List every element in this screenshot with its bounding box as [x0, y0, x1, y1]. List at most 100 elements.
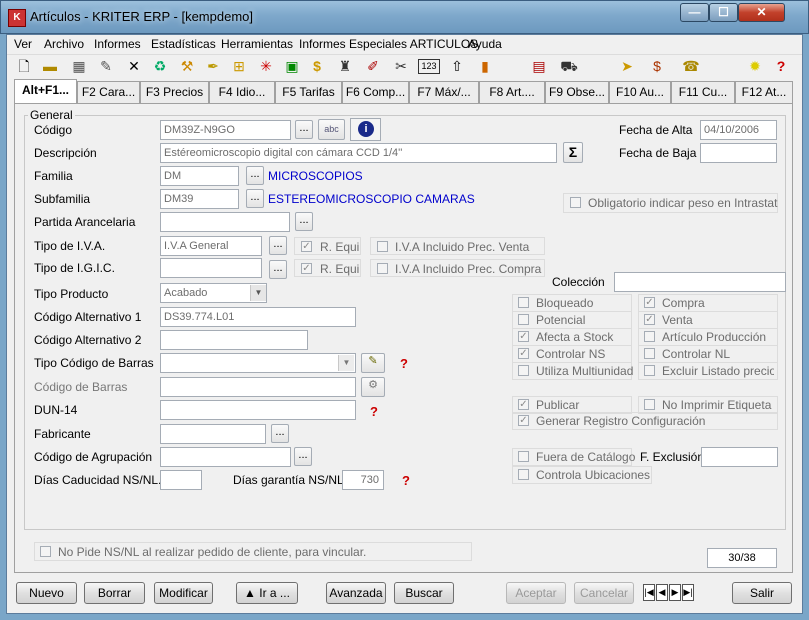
utiliza-multiunidad-checkbox[interactable] [518, 365, 529, 376]
new-doc-icon[interactable]: 🗋 [15, 57, 33, 75]
intrastat-checkbox[interactable] [570, 197, 581, 208]
f-exclusion-field[interactable] [701, 447, 778, 467]
sigma-button[interactable]: Σ [563, 142, 583, 163]
iva-incl-venta-checkbox[interactable] [377, 241, 388, 252]
tab-general[interactable]: Alt+F1... [14, 79, 77, 104]
fabricante-field[interactable] [160, 424, 266, 444]
articulo-produccion-checkbox[interactable] [644, 331, 655, 342]
save-icon[interactable]: ▦ [70, 57, 88, 75]
potencial-checkbox[interactable] [518, 314, 529, 325]
minimize-button[interactable]: — [680, 3, 709, 22]
aceptar-button[interactable]: Aceptar [506, 582, 566, 604]
snowflake-icon[interactable]: ✳ [257, 57, 275, 75]
iva-lookup-button[interactable]: ... [269, 236, 287, 255]
tab-idiomas[interactable]: F4 Idio... [209, 81, 275, 103]
menu-ver[interactable]: Ver [14, 37, 32, 51]
alt2-field[interactable] [160, 330, 308, 350]
menu-ayuda[interactable]: Ayuda [468, 37, 502, 51]
tab-observaciones[interactable]: F9 Obse... [545, 81, 609, 103]
excluir-listado-checkbox[interactable] [644, 365, 655, 376]
barcode-gen-button[interactable]: ⚙ [361, 377, 385, 397]
open-folder-icon[interactable]: ▬ [41, 57, 59, 75]
last-record-icon[interactable]: ▶| [682, 584, 694, 601]
info-button[interactable]: i [350, 118, 381, 141]
generar-registro-checkbox[interactable]: ✓ [518, 415, 529, 426]
tab-auxiliar[interactable]: F10 Au... [609, 81, 671, 103]
close-button[interactable]: ✕ [738, 3, 785, 22]
tool-icon[interactable]: ⚒ [178, 57, 196, 75]
bloqueado-checkbox[interactable] [518, 297, 529, 308]
codigo-lookup-button[interactable]: ... [295, 120, 313, 139]
help-icon[interactable]: ? [772, 57, 790, 75]
fecha-baja-field[interactable] [700, 143, 777, 163]
igic-requi-checkbox[interactable]: ✓ [301, 263, 312, 274]
tab-custom[interactable]: F11 Cu... [671, 81, 735, 103]
fuera-catalogo-checkbox[interactable] [518, 451, 529, 462]
afecta-stock-checkbox[interactable]: ✓ [518, 331, 529, 342]
eraser-button[interactable]: ✎ [361, 353, 385, 373]
tab-articulos[interactable]: F8 Art.... [479, 81, 545, 103]
help-icon[interactable]: ? [396, 357, 412, 371]
menu-herramientas[interactable]: Herramientas [221, 37, 293, 51]
prev-record-icon[interactable]: ◀ [656, 584, 668, 601]
nuevo-button[interactable]: Nuevo [16, 582, 77, 604]
tipo-barras-select[interactable] [160, 353, 356, 373]
delete-icon[interactable]: ✕ [125, 57, 143, 75]
tab-atributos[interactable]: F12 At... [735, 81, 793, 103]
controlar-nl-checkbox[interactable] [644, 348, 655, 359]
igic-lookup-button[interactable]: ... [269, 260, 287, 279]
avanzada-button[interactable]: Avanzada [326, 582, 386, 604]
dias-garantia-field[interactable]: 730 [342, 470, 384, 490]
spellcheck-button[interactable]: abc [318, 119, 345, 140]
codigo-field[interactable]: DM39Z-N9GO [160, 120, 291, 140]
tab-tarifas[interactable]: F5 Tarifas [275, 81, 342, 103]
box-icon[interactable]: ▣ [283, 57, 301, 75]
pen-icon[interactable]: ✒ [204, 57, 222, 75]
edit-icon[interactable]: ✎ [97, 57, 115, 75]
iva-field[interactable]: I.V.A General [160, 236, 262, 256]
help-icon[interactable]: ? [366, 405, 382, 419]
dias-ns-field[interactable] [160, 470, 202, 490]
agrupacion-lookup-button[interactable]: ... [294, 447, 312, 466]
next-record-icon[interactable]: ▶ [669, 584, 681, 601]
no-pide-checkbox[interactable] [40, 546, 51, 557]
recycle-icon[interactable]: ♻ [151, 57, 169, 75]
moneybag-icon[interactable]: $ [648, 57, 666, 75]
coleccion-field[interactable] [614, 272, 786, 292]
ir-a-button[interactable]: ▲ Ir a ... [236, 582, 298, 604]
menu-estadisticas[interactable]: Estadísticas [151, 37, 216, 51]
bar-chart-icon[interactable]: ▮ [476, 57, 494, 75]
descripcion-field[interactable]: Estéreomicroscopio digital con cámara CC… [160, 143, 557, 163]
familia-field[interactable]: DM [160, 166, 239, 186]
bulb-icon[interactable]: ✹ [746, 57, 764, 75]
partida-field[interactable] [160, 212, 290, 232]
tab-compras[interactable]: F6 Comp... [342, 81, 409, 103]
cancelar-button[interactable]: Cancelar [574, 582, 634, 604]
iva-requi-checkbox[interactable]: ✓ [301, 241, 312, 252]
alt1-field[interactable]: DS39.774.L01 [160, 307, 356, 327]
first-record-icon[interactable]: |◀ [643, 584, 655, 601]
publicar-checkbox[interactable]: ✓ [518, 399, 529, 410]
borrar-button[interactable]: Borrar [84, 582, 145, 604]
upload-icon[interactable]: ⇧ [448, 57, 466, 75]
controla-ubicaciones-checkbox[interactable] [518, 469, 529, 480]
chevron-down-icon[interactable]: ▼ [250, 285, 266, 301]
subfamilia-lookup-button[interactable]: ... [246, 189, 264, 208]
tab-precios[interactable]: F3 Precios [140, 81, 209, 103]
no-imprimir-checkbox[interactable] [644, 399, 655, 410]
tab-caracteristicas[interactable]: F2 Cara... [77, 81, 140, 103]
dollar-icon[interactable]: $ [308, 57, 326, 75]
partida-lookup-button[interactable]: ... [295, 212, 313, 231]
fabricante-lookup-button[interactable]: ... [271, 424, 289, 443]
subfamilia-field[interactable]: DM39 [160, 189, 239, 209]
salir-button[interactable]: Salir [732, 582, 792, 604]
phone-icon[interactable]: ☎ [682, 57, 700, 75]
stamp-icon[interactable]: ♜ [336, 57, 354, 75]
help-icon[interactable]: ? [398, 474, 414, 488]
calculator-icon[interactable]: ▤ [530, 57, 548, 75]
buscar-button[interactable]: Buscar [394, 582, 454, 604]
modificar-button[interactable]: Modificar [154, 582, 213, 604]
maximize-button[interactable]: ☐ [709, 3, 738, 22]
dun-field[interactable] [160, 400, 356, 420]
agrupacion-field[interactable] [160, 447, 291, 467]
